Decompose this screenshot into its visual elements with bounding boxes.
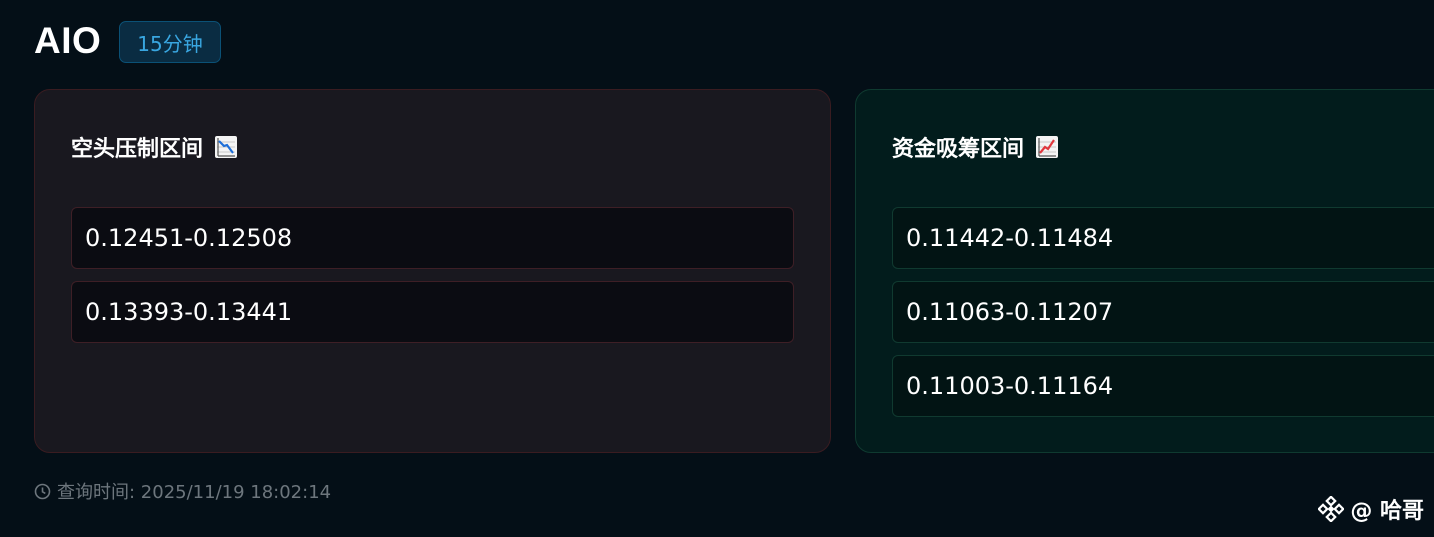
query-time-text: 查询时间: 2025/11/19 18:02:14 bbox=[57, 482, 332, 503]
long-zone-range-list: 0.11442-0.11484 0.11063-0.11207 0.11003-… bbox=[892, 207, 1434, 429]
long-zone-range-row: 0.11063-0.11207 bbox=[892, 281, 1434, 343]
query-time-footer: 查询时间: 2025/11/19 18:02:14 bbox=[34, 478, 331, 504]
short-zone-range-row: 0.12451-0.12508 bbox=[71, 207, 794, 269]
chart-increasing-icon bbox=[1036, 136, 1059, 158]
long-zone-header: 资金吸筹区间 bbox=[892, 131, 1059, 163]
long-zone-range-row: 0.11442-0.11484 bbox=[892, 207, 1434, 269]
long-zone-range-row: 0.11003-0.11164 bbox=[892, 355, 1434, 417]
short-zone-title: 空头压制区间 bbox=[71, 137, 204, 162]
short-zone-range-list: 0.12451-0.12508 0.13393-0.13441 bbox=[71, 207, 794, 355]
short-zone-range-row: 0.13393-0.13441 bbox=[71, 281, 794, 343]
short-zone-header: 空头压制区间 bbox=[71, 131, 238, 163]
long-zone-title: 资金吸筹区间 bbox=[892, 137, 1025, 162]
watermark: @ 哈哥 bbox=[1318, 493, 1424, 525]
long-zone-card: 资金吸筹区间 0.11442-0.11484 0.11063-0.11207 0… bbox=[855, 89, 1434, 453]
page-header: AIO 15分钟 bbox=[34, 18, 221, 64]
timeframe-badge[interactable]: 15分钟 bbox=[119, 21, 221, 63]
page-title: AIO bbox=[34, 20, 102, 61]
chart-decreasing-icon bbox=[215, 136, 238, 158]
binance-logo-icon bbox=[1318, 496, 1345, 522]
short-zone-card: 空头压制区间 0.12451-0.12508 0.13393-0.13441 bbox=[34, 89, 831, 453]
clock-icon bbox=[34, 483, 51, 499]
watermark-text: @ 哈哥 bbox=[1350, 499, 1424, 524]
